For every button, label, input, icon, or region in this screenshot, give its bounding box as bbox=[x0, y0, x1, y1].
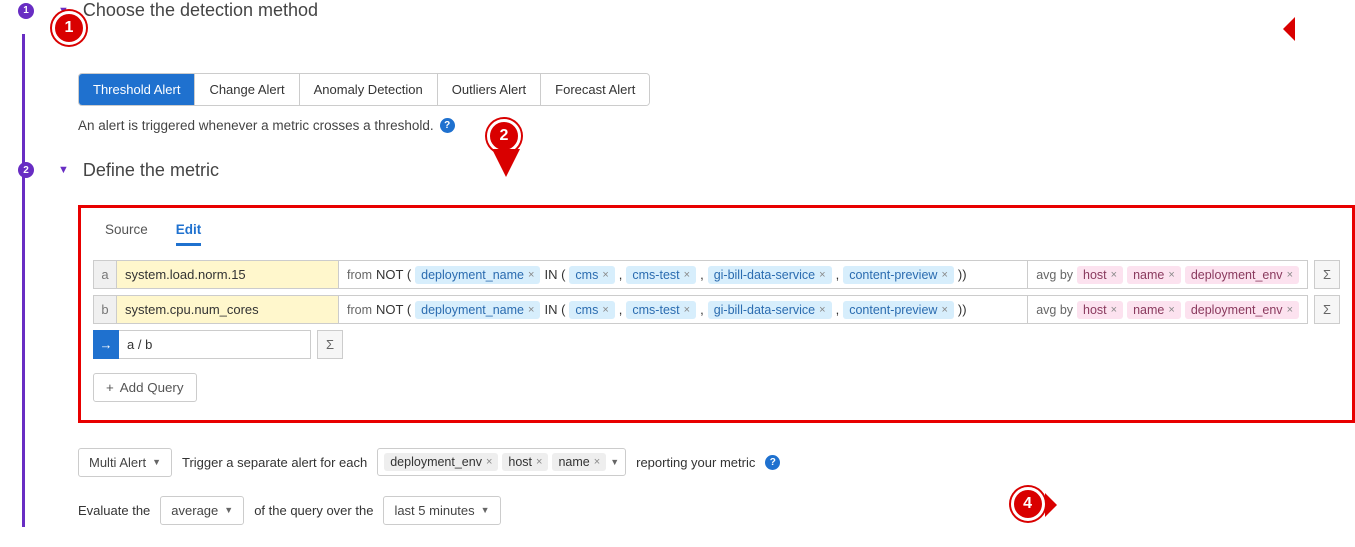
tab-change-alert[interactable]: Change Alert bbox=[195, 74, 299, 105]
metric-editor: Source Edit a system.load.norm.15 from N… bbox=[78, 205, 1355, 423]
tab-threshold-alert[interactable]: Threshold Alert bbox=[79, 74, 195, 105]
step-badge-2: 2 bbox=[18, 162, 34, 178]
close-icon[interactable]: × bbox=[1111, 269, 1117, 281]
caret-down-icon: ▼ bbox=[224, 505, 233, 515]
from-keyword: from bbox=[347, 303, 372, 317]
multi-alert-tags[interactable]: deployment_env× host× name× ▼ bbox=[377, 448, 626, 476]
annotation-badge-4: 4 bbox=[1011, 487, 1045, 521]
help-icon[interactable]: ? bbox=[440, 118, 455, 133]
alert-description: An alert is triggered whenever a metric … bbox=[78, 118, 434, 133]
tag-chip[interactable]: name× bbox=[552, 453, 606, 471]
close-icon[interactable]: × bbox=[486, 456, 492, 468]
metric-input-b[interactable]: system.cpu.num_cores bbox=[117, 295, 339, 324]
evaluate-text2: of the query over the bbox=[254, 503, 373, 518]
close-icon[interactable]: × bbox=[1111, 304, 1117, 316]
value-chip[interactable]: cms× bbox=[569, 266, 614, 284]
group-clause-a[interactable]: avg by host× name× deployment_env× bbox=[1028, 260, 1308, 289]
alert-type-tabs: Threshold Alert Change Alert Anomaly Det… bbox=[78, 73, 650, 106]
value-chip[interactable]: cms× bbox=[569, 301, 614, 319]
multi-alert-text1: Trigger a separate alert for each bbox=[182, 455, 367, 470]
close-icon[interactable]: × bbox=[819, 304, 825, 316]
query-id-b: b bbox=[93, 295, 117, 324]
sigma-button[interactable]: Σ bbox=[317, 330, 343, 359]
from-clause-b[interactable]: from NOT ( deployment_name× IN ( cms×, c… bbox=[339, 295, 1028, 324]
close-icon[interactable]: × bbox=[602, 304, 608, 316]
tab-forecast-alert[interactable]: Forecast Alert bbox=[541, 74, 649, 105]
sigma-button[interactable]: Σ bbox=[1314, 260, 1340, 289]
query-row-a: a system.load.norm.15 from NOT ( deploym… bbox=[93, 260, 1340, 289]
step-badge-1: 1 bbox=[18, 3, 34, 19]
editor-tab-source[interactable]: Source bbox=[105, 222, 148, 246]
in-token: IN ( bbox=[544, 302, 565, 317]
group-chip[interactable]: host× bbox=[1077, 301, 1123, 319]
query-id-a: a bbox=[93, 260, 117, 289]
close-icon[interactable]: × bbox=[941, 304, 947, 316]
add-query-button[interactable]: + Add Query bbox=[93, 373, 197, 402]
group-chip[interactable]: name× bbox=[1127, 301, 1181, 319]
group-keyword: avg by bbox=[1036, 303, 1073, 317]
value-chip[interactable]: content-preview× bbox=[843, 301, 954, 319]
caret-down-icon: ▼ bbox=[481, 505, 490, 515]
group-chip[interactable]: deployment_env× bbox=[1185, 301, 1299, 319]
expression-row: → a / b Σ bbox=[93, 330, 1340, 359]
field-chip[interactable]: deployment_name× bbox=[415, 301, 540, 319]
annotation-badge-2: 2 bbox=[487, 119, 521, 153]
close-token: )) bbox=[958, 302, 967, 317]
multi-alert-text2: reporting your metric bbox=[636, 455, 755, 470]
value-chip[interactable]: gi-bill-data-service× bbox=[708, 266, 832, 284]
close-icon[interactable]: × bbox=[602, 269, 608, 281]
time-window-select[interactable]: last 5 minutes▼ bbox=[383, 496, 500, 525]
close-icon[interactable]: × bbox=[1168, 304, 1174, 316]
plus-icon: + bbox=[106, 380, 114, 395]
metric-input-a[interactable]: system.load.norm.15 bbox=[117, 260, 339, 289]
tag-chip[interactable]: deployment_env× bbox=[384, 453, 498, 471]
group-chip[interactable]: deployment_env× bbox=[1185, 266, 1299, 284]
arrow-right-icon[interactable]: → bbox=[93, 330, 119, 359]
close-icon[interactable]: × bbox=[684, 269, 690, 281]
field-chip[interactable]: deployment_name× bbox=[415, 266, 540, 284]
evaluate-text1: Evaluate the bbox=[78, 503, 150, 518]
group-clause-b[interactable]: avg by host× name× deployment_env× bbox=[1028, 295, 1308, 324]
chevron-down-icon[interactable]: ▼ bbox=[58, 164, 69, 176]
not-token: NOT ( bbox=[376, 302, 411, 317]
from-keyword: from bbox=[347, 268, 372, 282]
help-icon[interactable]: ? bbox=[765, 455, 780, 470]
caret-down-icon: ▼ bbox=[152, 457, 161, 467]
value-chip[interactable]: cms-test× bbox=[626, 301, 696, 319]
in-token: IN ( bbox=[544, 267, 565, 282]
tab-outliers-alert[interactable]: Outliers Alert bbox=[438, 74, 541, 105]
expression-input[interactable]: a / b bbox=[119, 330, 311, 359]
aggregation-select[interactable]: average▼ bbox=[160, 496, 244, 525]
close-token: )) bbox=[958, 267, 967, 282]
close-icon[interactable]: × bbox=[1168, 269, 1174, 281]
close-icon[interactable]: × bbox=[819, 269, 825, 281]
tab-anomaly-detection[interactable]: Anomaly Detection bbox=[300, 74, 438, 105]
annotation-badge-1: 1 bbox=[52, 11, 86, 45]
close-icon[interactable]: × bbox=[536, 456, 542, 468]
editor-tab-edit[interactable]: Edit bbox=[176, 222, 202, 246]
section-title-metric: Define the metric bbox=[83, 160, 219, 181]
close-icon[interactable]: × bbox=[941, 269, 947, 281]
group-keyword: avg by bbox=[1036, 268, 1073, 282]
close-icon[interactable]: × bbox=[594, 456, 600, 468]
tag-chip[interactable]: host× bbox=[502, 453, 548, 471]
close-icon[interactable]: × bbox=[528, 304, 534, 316]
group-chip[interactable]: name× bbox=[1127, 266, 1181, 284]
from-clause-a[interactable]: from NOT ( deployment_name× IN ( cms×, c… bbox=[339, 260, 1028, 289]
multi-alert-select[interactable]: Multi Alert▼ bbox=[78, 448, 172, 477]
group-chip[interactable]: host× bbox=[1077, 266, 1123, 284]
query-row-b: b system.cpu.num_cores from NOT ( deploy… bbox=[93, 295, 1340, 324]
value-chip[interactable]: cms-test× bbox=[626, 266, 696, 284]
close-icon[interactable]: × bbox=[528, 269, 534, 281]
close-icon[interactable]: × bbox=[1287, 269, 1293, 281]
caret-down-icon[interactable]: ▼ bbox=[610, 457, 619, 467]
value-chip[interactable]: gi-bill-data-service× bbox=[708, 301, 832, 319]
value-chip[interactable]: content-preview× bbox=[843, 266, 954, 284]
close-icon[interactable]: × bbox=[684, 304, 690, 316]
sigma-button[interactable]: Σ bbox=[1314, 295, 1340, 324]
not-token: NOT ( bbox=[376, 267, 411, 282]
close-icon[interactable]: × bbox=[1287, 304, 1293, 316]
